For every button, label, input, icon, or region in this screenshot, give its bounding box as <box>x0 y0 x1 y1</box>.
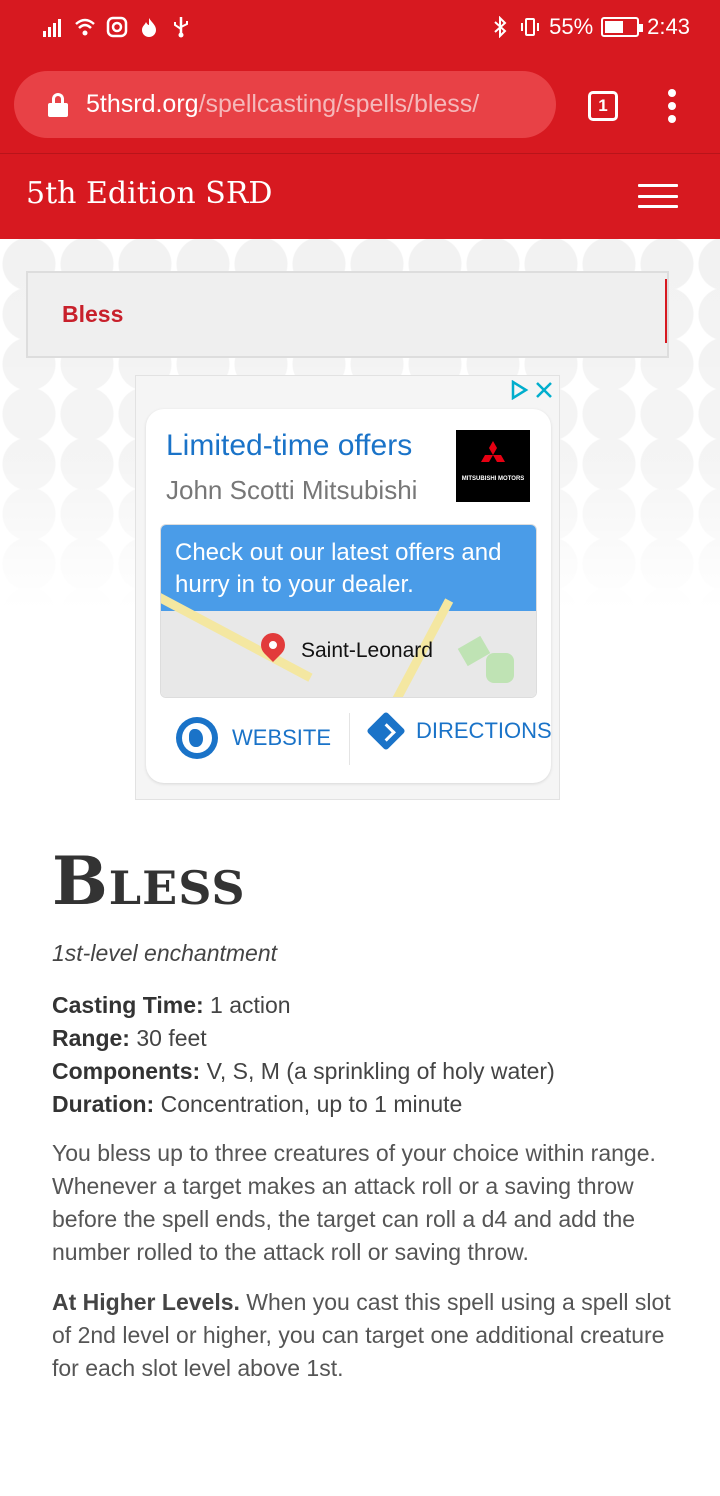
directions-icon <box>366 711 406 751</box>
lock-icon[interactable] <box>48 92 68 117</box>
website-label: WEBSITE <box>232 725 332 750</box>
spell-description: You bless up to three creatures of your … <box>52 1140 656 1265</box>
adchoices-icon[interactable] <box>509 380 529 400</box>
battery-percent: 55% <box>549 14 594 39</box>
ad-container: Limited-time offers John Scotti Mitsubis… <box>135 375 560 800</box>
instagram-icon <box>106 16 128 38</box>
status-left-icons <box>42 16 192 38</box>
range-value: 30 feet <box>129 1025 207 1051</box>
components-value: V, S, M (a sprinkling of holy water) <box>200 1058 555 1084</box>
globe-icon <box>176 717 218 759</box>
site-header: 5th Edition SRD <box>0 153 720 239</box>
range-row: Range: 30 feet <box>52 1022 555 1055</box>
usb-icon <box>174 17 188 38</box>
duration-label: Duration: <box>52 1091 155 1117</box>
ad-card[interactable]: Limited-time offers John Scotti Mitsubis… <box>146 409 552 783</box>
directions-label: DIRECTIONS <box>416 718 552 743</box>
map-location-label: Saint-Leonard <box>301 639 433 662</box>
ad-headline[interactable]: Limited-time offers <box>166 429 412 463</box>
duration-row: Duration: Concentration, up to 1 minute <box>52 1088 555 1121</box>
breadcrumb-current[interactable]: Bless <box>62 301 123 328</box>
status-bar: 55% 2:43 <box>0 0 720 58</box>
mitsubishi-logo-icon <box>481 441 505 462</box>
ad-actions: WEBSITE DIRECTIONS <box>146 709 552 769</box>
higher-levels-paragraph: At Higher Levels. When you cast this spe… <box>52 1286 672 1385</box>
spell-title: Bless <box>52 842 246 920</box>
ad-map[interactable]: Saint-Leonard <box>161 589 536 697</box>
signal-icon <box>43 19 61 37</box>
url-domain: 5thsrd.org <box>86 90 199 118</box>
ad-info-panel[interactable]: Check out our latest offers and hurry in… <box>160 524 537 698</box>
wifi-icon <box>75 18 95 36</box>
spell-school: 1st-level enchantment <box>52 940 278 966</box>
bluetooth-icon <box>494 16 507 38</box>
ad-logo-text: MITSUBISHI MOTORS <box>461 476 525 482</box>
ad-brand-logo[interactable]: MITSUBISHI MOTORS <box>456 430 530 502</box>
ad-action-divider <box>349 713 350 765</box>
hamburger-menu-icon[interactable] <box>638 184 678 208</box>
breadcrumb-accent <box>665 279 667 343</box>
site-title[interactable]: 5th Edition SRD <box>26 176 272 211</box>
range-label: Range: <box>52 1025 130 1051</box>
url-path: /spellcasting/spells/bless/ <box>198 90 480 118</box>
higher-levels-label: At Higher Levels. <box>52 1289 240 1315</box>
battery-icon <box>601 17 644 37</box>
more-menu-icon[interactable] <box>665 89 679 123</box>
ad-body-text[interactable]: Check out our latest offers and hurry in… <box>161 525 536 611</box>
clock: 2:43 <box>647 14 690 39</box>
tab-switcher-button[interactable]: 1 <box>588 91 618 121</box>
ad-directions-button[interactable]: DIRECTIONS <box>366 711 552 751</box>
spell-stats: Casting Time: 1 action Range: 30 feet Co… <box>52 989 555 1121</box>
casting-time-value: 1 action <box>203 992 291 1018</box>
vibrate-icon <box>521 18 540 36</box>
url-text[interactable]: 5thsrd.org/spellcasting/spells/bless/ <box>86 90 479 119</box>
browser-toolbar: 5thsrd.org/spellcasting/spells/bless/ 1 <box>0 58 720 153</box>
casting-time-row: Casting Time: 1 action <box>52 989 555 1022</box>
breadcrumb: Bless <box>26 271 669 358</box>
adchoices[interactable] <box>509 380 553 400</box>
casting-time-label: Casting Time: <box>52 992 204 1018</box>
status-right: 55% 2:43 <box>489 14 690 40</box>
components-row: Components: V, S, M (a sprinkling of hol… <box>52 1055 555 1088</box>
ad-website-button[interactable]: WEBSITE <box>176 717 331 759</box>
duration-value: Concentration, up to 1 minute <box>154 1091 463 1117</box>
ad-advertiser[interactable]: John Scotti Mitsubishi <box>166 475 417 506</box>
flame-icon <box>142 18 156 37</box>
close-icon[interactable] <box>535 381 553 399</box>
components-label: Components: <box>52 1058 201 1084</box>
address-bar[interactable]: 5thsrd.org/spellcasting/spells/bless/ <box>14 71 556 138</box>
